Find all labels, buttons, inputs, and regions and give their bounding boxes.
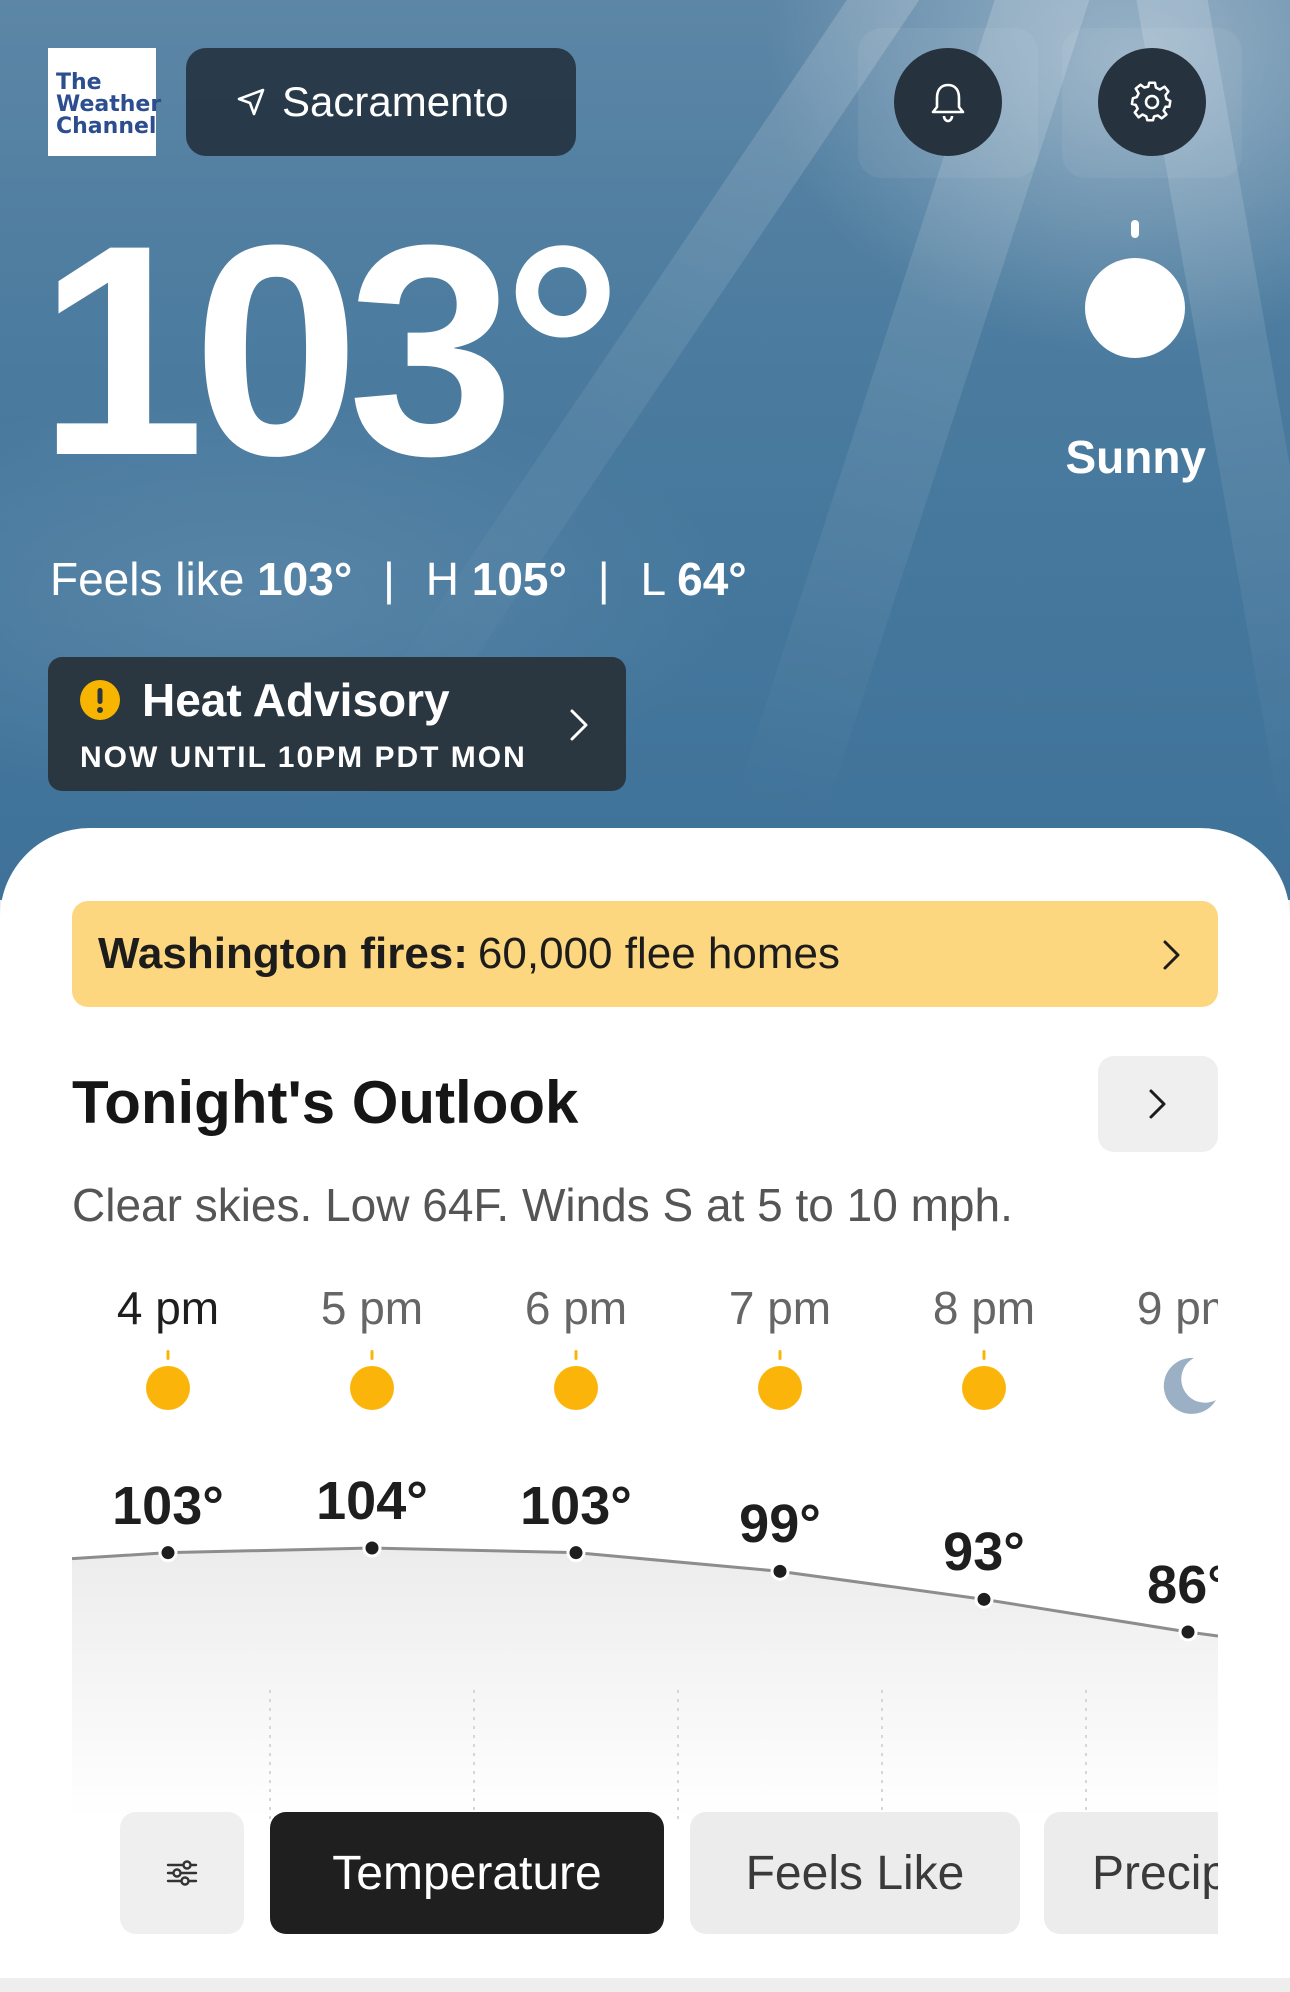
hour-temperature-label: 99° (739, 1494, 821, 1555)
advisory-title: Heat Advisory (142, 674, 450, 726)
news-headline: 60,000 flee homes (477, 929, 840, 978)
hour-temperature-label: 93° (943, 1522, 1025, 1583)
hour-temperature-label: 104° (316, 1471, 428, 1531)
logo-line-1: The (56, 70, 102, 95)
news-headline-bold: Washington fires: (98, 929, 468, 978)
feels-like-summary: Feels like 103° | H 105° | L 64° (50, 552, 747, 606)
chip-temperature[interactable]: Temperature (270, 1812, 664, 1934)
chevron-right-icon (1149, 1089, 1166, 1119)
temperature-point (1178, 1622, 1198, 1642)
hour-time-label: 8 pm (932, 1282, 1036, 1334)
high-label: H (425, 553, 459, 605)
bell-icon (931, 83, 965, 123)
advisory-subtitle: NOW UNTIL 10PM PDT MON (80, 741, 527, 774)
hour-time-label: 4 pm (116, 1282, 220, 1334)
feels-like-value: 103° (257, 553, 353, 605)
hour-temperature-label: 103° (112, 1475, 224, 1536)
hour-temperature-label: 86° (1147, 1555, 1218, 1615)
filter-button[interactable] (120, 1812, 244, 1934)
outlook-title: Tonight's Outlook (72, 1069, 579, 1136)
temperature-area (72, 1548, 1218, 1820)
hour-column[interactable]: 9 pm (1086, 1280, 1218, 1414)
hour-column[interactable]: 4 pm (72, 1280, 270, 1414)
chevron-right-icon (570, 709, 588, 741)
hour-time-label: 6 pm (524, 1282, 628, 1334)
feels-like-label: Feels like (50, 553, 245, 605)
chevron-right-icon (1163, 940, 1180, 970)
sliders-icon (166, 1860, 198, 1886)
sun-icon (146, 1350, 190, 1410)
sun-icon (554, 1350, 598, 1410)
separator: | (383, 553, 395, 605)
hour-time-label: 5 pm (320, 1282, 424, 1334)
outlook-details-button[interactable] (1098, 1056, 1218, 1152)
settings-button[interactable] (1098, 48, 1206, 156)
current-condition: Sunny (1065, 431, 1206, 483)
gear-icon (1130, 81, 1172, 122)
heat-advisory-banner[interactable]: Heat Advisory NOW UNTIL 10PM PDT MON (48, 657, 626, 791)
temperature-point (158, 1543, 178, 1563)
warning-icon (80, 680, 120, 720)
location-button[interactable]: Sacramento (186, 48, 576, 156)
separator: | (597, 553, 610, 605)
outlook-description: Clear skies. Low 64F. Winds S at 5 to 10… (72, 1179, 1013, 1231)
sun-icon (758, 1350, 802, 1410)
chip-feels-like[interactable]: Feels Like (690, 1812, 1020, 1934)
hour-temperature-label: 103° (520, 1475, 632, 1536)
weather-channel-logo[interactable]: The Weather Channel (48, 48, 162, 156)
moon-icon (1163, 1357, 1216, 1414)
temperature-point (566, 1543, 586, 1563)
notifications-button[interactable] (894, 48, 1002, 156)
hour-column[interactable]: 8 pm (882, 1280, 1086, 1414)
sun-icon (962, 1350, 1006, 1410)
hour-column[interactable]: 7 pm (678, 1280, 882, 1414)
temperature-point (362, 1538, 382, 1558)
low-label: L (640, 553, 665, 605)
sun-icon (350, 1350, 394, 1410)
low-value: 64° (677, 553, 747, 605)
hour-time-label: 7 pm (728, 1282, 832, 1334)
chip-precip[interactable]: Precip (1044, 1812, 1218, 1934)
logo-line-2: Weather (56, 92, 162, 117)
news-banner[interactable]: Washington fires: 60,000 flee homes (72, 901, 1218, 1007)
current-temperature: 103° (38, 182, 623, 518)
location-arrow-icon (237, 88, 265, 116)
hour-time-label: 9 pm (1136, 1282, 1218, 1334)
chart-metric-chips: Temperature Feels Like Precip (72, 1810, 1218, 1940)
hour-column[interactable]: 6 pm (474, 1280, 678, 1414)
hour-column[interactable]: 5 pm (270, 1280, 474, 1414)
sun-icon (1085, 220, 1185, 358)
location-name: Sacramento (282, 78, 509, 125)
high-value: 105° (471, 553, 567, 605)
logo-line-3: Channel (56, 114, 157, 139)
temperature-point (974, 1589, 994, 1609)
temperature-point (770, 1561, 790, 1581)
hourly-forecast[interactable]: 4 pm 103° 5 pm 104° 6 pm 103° 7 pm 99° 8 pm 93° 9 … (72, 1280, 1218, 1820)
